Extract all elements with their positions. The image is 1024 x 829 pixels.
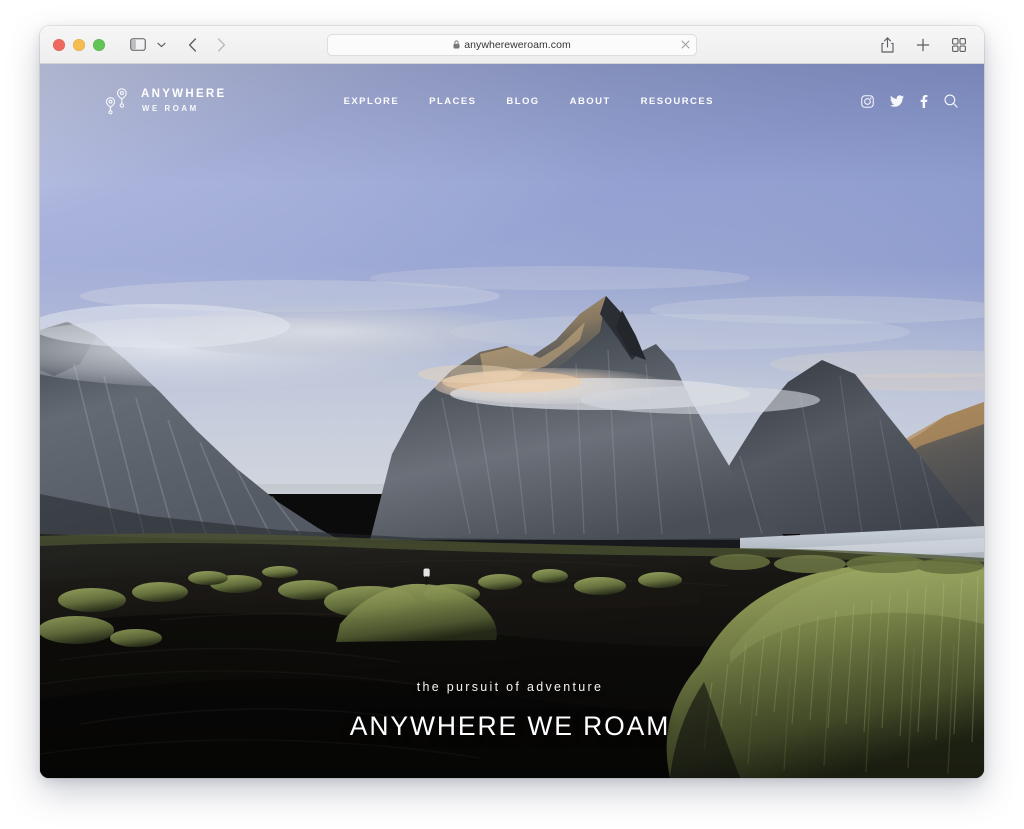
facebook-link[interactable] xyxy=(920,94,928,108)
instagram-icon xyxy=(861,94,874,108)
nav-item-explore[interactable]: EXPLORE xyxy=(344,96,400,107)
toolbar-right-actions xyxy=(874,33,972,57)
instagram-link[interactable] xyxy=(861,94,874,108)
search-icon xyxy=(944,94,958,108)
hero-section: ANYWHERE WE ROAM EXPLORE PLACES BLOG ABO… xyxy=(40,64,984,778)
site-header: ANYWHERE WE ROAM EXPLORE PLACES BLOG ABO… xyxy=(40,64,984,138)
site-logo[interactable]: ANYWHERE WE ROAM xyxy=(102,86,227,116)
nav-item-resources[interactable]: RESOURCES xyxy=(641,96,714,107)
hero-kicker: the pursuit of adventure xyxy=(416,680,604,694)
nav-item-places[interactable]: PLACES xyxy=(429,96,476,107)
tab-overview-button[interactable] xyxy=(946,33,972,57)
brand-wordmark: ANYWHERE WE ROAM xyxy=(141,89,227,112)
chevron-down-icon xyxy=(156,42,166,47)
sidebar-icon xyxy=(130,38,146,51)
share-button[interactable] xyxy=(874,33,900,57)
map-pin-logo-icon xyxy=(105,88,127,115)
lock-glyph xyxy=(453,40,460,49)
page-viewport: ANYWHERE WE ROAM EXPLORE PLACES BLOG ABO… xyxy=(40,64,984,778)
browser-toolbar: anywhereweroam.com xyxy=(40,26,984,64)
window-controls xyxy=(40,38,105,51)
new-tab-button[interactable] xyxy=(910,33,936,57)
lock-icon xyxy=(453,40,460,49)
hero-background-image xyxy=(40,64,984,778)
back-button[interactable] xyxy=(179,33,205,57)
hero-copy: the pursuit of adventure ANYWHERE WE ROA… xyxy=(40,680,984,742)
browser-window: anywhereweroam.com ANYWHERE WE ROAM EXPL… xyxy=(40,26,984,778)
share-icon xyxy=(880,36,894,53)
brand-name: ANYWHERE xyxy=(141,88,227,101)
address-bar[interactable]: anywhereweroam.com xyxy=(327,33,697,56)
forward-button[interactable] xyxy=(208,33,234,57)
navigation-controls xyxy=(125,33,234,57)
maximize-window-button[interactable] xyxy=(93,38,105,51)
plus-icon xyxy=(916,38,930,51)
sidebar-options-chevron[interactable] xyxy=(154,33,168,57)
nav-item-blog[interactable]: BLOG xyxy=(506,96,539,107)
address-bar-container: anywhereweroam.com xyxy=(327,33,697,56)
social-links xyxy=(861,94,958,108)
chevron-right-icon xyxy=(217,37,225,52)
twitter-link[interactable] xyxy=(890,95,904,107)
sidebar-toggle-button[interactable] xyxy=(125,33,151,57)
main-navigation: EXPLORE PLACES BLOG ABOUT RESOURCES xyxy=(344,96,744,107)
close-window-button[interactable] xyxy=(53,38,65,51)
address-url-text: anywhereweroam.com xyxy=(464,38,571,51)
facebook-icon xyxy=(920,94,928,108)
address-content: anywhereweroam.com xyxy=(453,39,571,51)
brand-tagline: WE ROAM xyxy=(142,103,199,113)
search-button[interactable] xyxy=(944,94,958,108)
chevron-left-icon xyxy=(188,37,196,52)
close-icon xyxy=(681,40,690,49)
stop-loading-button[interactable] xyxy=(681,40,690,49)
hero-title: ANYWHERE WE ROAM xyxy=(349,711,671,741)
twitter-icon xyxy=(890,95,904,107)
minimize-window-button[interactable] xyxy=(73,38,85,51)
nav-item-about[interactable]: ABOUT xyxy=(570,96,611,107)
tab-overview-icon xyxy=(952,37,966,52)
